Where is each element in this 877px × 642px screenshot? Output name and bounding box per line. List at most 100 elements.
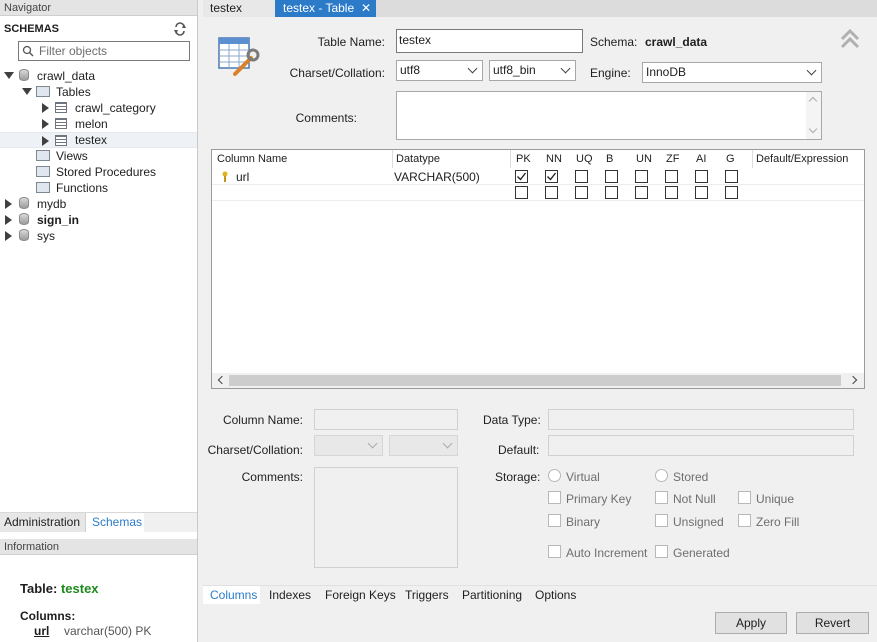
- column-charset-select[interactable]: [314, 435, 383, 456]
- tree-item-sign-in[interactable]: sign_in: [4, 212, 194, 228]
- b-checkbox[interactable]: [605, 186, 618, 199]
- zero-fill-checkbox[interactable]: [738, 514, 751, 527]
- tab-schemas[interactable]: Schemas: [86, 513, 144, 533]
- ai-checkbox[interactable]: [695, 186, 708, 199]
- views-folder-icon: [36, 150, 50, 161]
- collapse-icon[interactable]: [5, 231, 12, 241]
- primary-key-label: Primary Key: [566, 492, 632, 506]
- g-checkbox[interactable]: [725, 186, 738, 199]
- info-table: Table: testex: [20, 581, 99, 596]
- ai-checkbox[interactable]: [695, 170, 708, 183]
- expand-icon[interactable]: [4, 72, 14, 79]
- un-checkbox[interactable]: [635, 186, 648, 199]
- data-type-input[interactable]: [548, 409, 854, 430]
- chevron-down-icon: [367, 438, 378, 449]
- g-checkbox[interactable]: [725, 170, 738, 183]
- tree-item-melon[interactable]: melon: [40, 116, 196, 132]
- grid-horizontal-scrollbar[interactable]: [212, 373, 864, 388]
- tab-administration[interactable]: Administration: [0, 513, 86, 532]
- flag-checkboxes: [212, 150, 864, 210]
- tree-item-crawl-category[interactable]: crawl_category: [40, 100, 196, 116]
- not-null-checkbox[interactable]: [655, 491, 668, 504]
- collation-select[interactable]: utf8_bin: [489, 60, 576, 81]
- unique-checkbox[interactable]: [738, 491, 751, 504]
- generated-checkbox[interactable]: [655, 545, 668, 558]
- not-null-label: Not Null: [673, 492, 716, 506]
- column-collation-select[interactable]: [389, 435, 458, 456]
- refresh-icon[interactable]: [173, 22, 187, 36]
- revert-button[interactable]: Revert: [796, 612, 869, 634]
- tree-item-mydb[interactable]: mydb: [4, 196, 194, 212]
- pk-checkbox[interactable]: [515, 170, 528, 183]
- editor-tabs: testex testex - Table ✕: [203, 0, 877, 17]
- charset-select[interactable]: utf8: [396, 60, 483, 81]
- column-comments-label: Comments:: [241, 470, 303, 484]
- tab-foreign-keys[interactable]: Foreign Keys: [325, 586, 396, 605]
- virtual-radio[interactable]: [548, 469, 561, 482]
- nn-checkbox[interactable]: [545, 170, 558, 183]
- tab-label: Indexes: [269, 588, 312, 602]
- tab-partitioning[interactable]: Partitioning: [462, 586, 522, 605]
- close-icon[interactable]: ✕: [361, 0, 371, 17]
- tree-item-sys[interactable]: sys: [4, 228, 194, 244]
- scroll-left-icon[interactable]: [217, 375, 227, 385]
- database-icon: [19, 197, 29, 209]
- tab-testex-table[interactable]: testex - Table ✕: [275, 0, 376, 17]
- collapse-icon[interactable]: [42, 103, 49, 113]
- collapse-icon[interactable]: [5, 215, 12, 225]
- un-checkbox[interactable]: [635, 170, 648, 183]
- apply-button[interactable]: Apply: [715, 612, 787, 634]
- scroll-down-icon[interactable]: [808, 124, 818, 134]
- tree-item-crawl-data[interactable]: crawl_data: [4, 68, 194, 84]
- stored-radio[interactable]: [655, 469, 668, 482]
- table-comments-textarea[interactable]: [396, 91, 822, 140]
- tab-label: Columns: [210, 588, 258, 602]
- scrollbar-thumb[interactable]: [229, 375, 841, 386]
- tab-columns[interactable]: Columns: [203, 586, 260, 605]
- tab-testex[interactable]: testex: [203, 0, 275, 17]
- tree-item-views[interactable]: Views: [34, 148, 194, 164]
- collapse-icon[interactable]: [42, 119, 49, 129]
- tab-triggers[interactable]: Triggers: [405, 586, 449, 605]
- comments-scrollbar[interactable]: [806, 92, 821, 139]
- zf-checkbox[interactable]: [665, 186, 678, 199]
- filter-placeholder: Filter objects: [39, 44, 108, 58]
- uq-checkbox[interactable]: [575, 170, 588, 183]
- tree-item-tables[interactable]: Tables: [22, 84, 192, 100]
- tree-item-label: sys: [37, 229, 55, 243]
- scroll-up-icon[interactable]: [808, 96, 818, 106]
- b-checkbox[interactable]: [605, 170, 618, 183]
- default-input[interactable]: [548, 435, 854, 456]
- schema-label: Schema:: [590, 35, 638, 49]
- procedures-folder-icon: [36, 166, 50, 177]
- column-charset-label: Charset/Collation:: [207, 443, 303, 457]
- default-label: Default:: [498, 443, 540, 457]
- binary-checkbox[interactable]: [548, 514, 561, 527]
- collapse-icon[interactable]: [42, 136, 49, 146]
- column-name-input[interactable]: [314, 409, 458, 430]
- tab-indexes[interactable]: Indexes: [269, 586, 311, 605]
- nn-checkbox[interactable]: [545, 186, 558, 199]
- auto-increment-checkbox[interactable]: [548, 545, 561, 558]
- collapse-icon[interactable]: [5, 199, 12, 209]
- schemas-title: SCHEMAS: [4, 23, 60, 35]
- tree-item-functions[interactable]: Functions: [34, 180, 194, 196]
- column-comments-textarea[interactable]: [314, 467, 458, 568]
- unsigned-label: Unsigned: [673, 515, 724, 529]
- filter-objects-input[interactable]: Filter objects: [18, 41, 190, 61]
- tab-label: Administration: [4, 515, 81, 529]
- tree-item-stored-procedures[interactable]: Stored Procedures: [34, 164, 194, 180]
- primary-key-checkbox[interactable]: [548, 491, 561, 504]
- tree-item-testex[interactable]: testex: [0, 132, 197, 148]
- collapse-up-icon[interactable]: [840, 28, 860, 50]
- uq-checkbox[interactable]: [575, 186, 588, 199]
- zf-checkbox[interactable]: [665, 170, 678, 183]
- expand-icon[interactable]: [22, 88, 32, 95]
- table-name-input[interactable]: testex: [396, 29, 583, 53]
- scroll-right-icon[interactable]: [848, 375, 858, 385]
- engine-select[interactable]: InnoDB: [642, 62, 822, 83]
- unsigned-checkbox[interactable]: [655, 514, 668, 527]
- collation-value: utf8_bin: [493, 63, 536, 77]
- pk-checkbox[interactable]: [515, 186, 528, 199]
- tab-options[interactable]: Options: [535, 586, 576, 605]
